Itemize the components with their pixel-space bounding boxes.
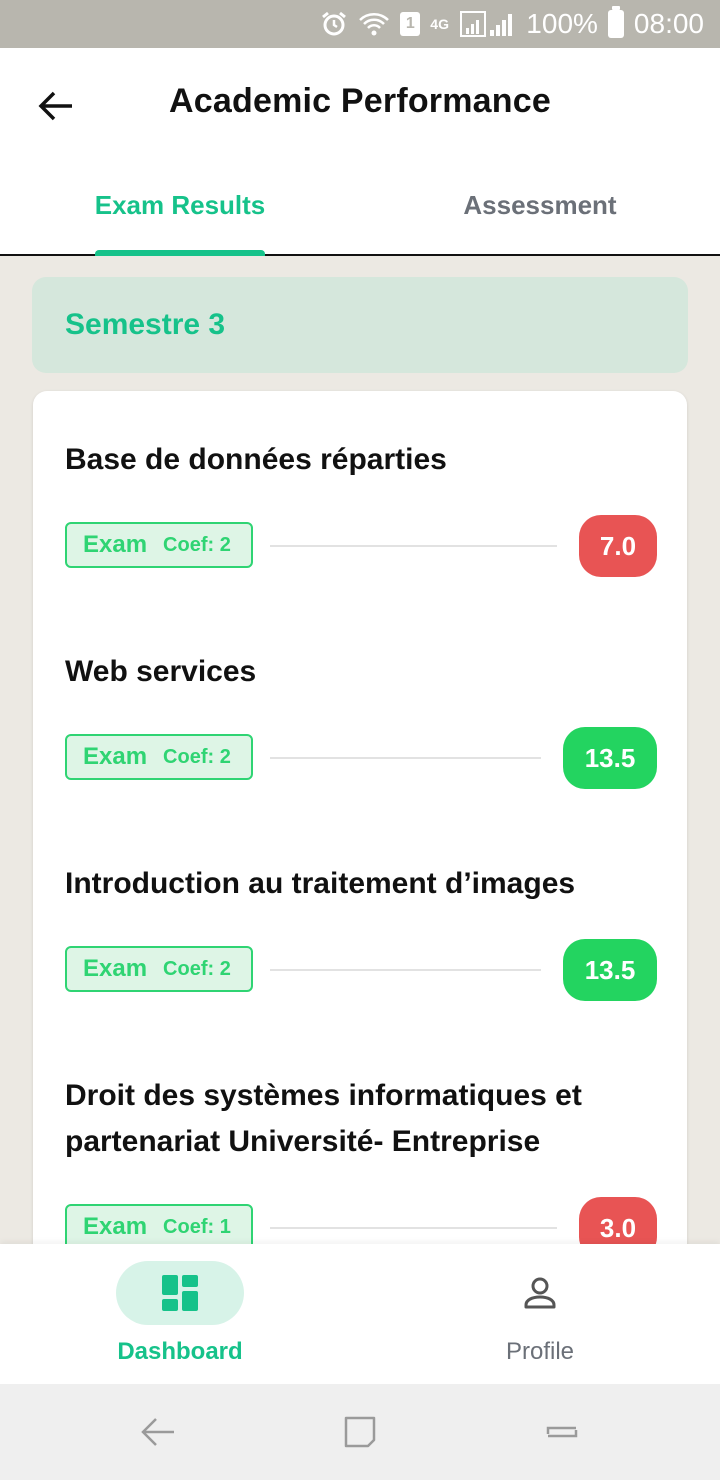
tab-label: Exam Results <box>94 189 266 220</box>
recents-nav-icon <box>546 1426 578 1438</box>
system-navigation-bar <box>0 1384 720 1480</box>
divider-line <box>270 545 557 547</box>
nav-label: Profile <box>505 1338 575 1365</box>
grade-row: Exam Coef: 2 7.0 <box>65 515 657 577</box>
bottom-navigation: Dashboard Profile <box>0 1244 720 1384</box>
course-item: Droit des systèmes informatiques et part… <box>65 1073 657 1244</box>
battery-icon <box>607 6 624 38</box>
page-title: Academic Performance <box>169 82 551 120</box>
exam-tag: Exam Coef: 1 <box>65 1204 253 1244</box>
exam-tag: Exam Coef: 2 <box>65 522 253 568</box>
network-type-label: 4G <box>430 16 449 32</box>
course-name: Introduction au traitement d’images <box>65 867 576 900</box>
tab-label: Assessment <box>463 189 617 220</box>
nav-icon-holder <box>476 1261 604 1325</box>
nav-dashboard[interactable]: Dashboard <box>0 1244 360 1384</box>
exam-coef: Coef: 2 <box>163 533 231 556</box>
course-item: Introduction au traitement d’images Exam… <box>65 861 657 1001</box>
exam-tag: Exam Coef: 2 <box>65 734 253 780</box>
signal-icon <box>460 9 516 39</box>
system-back-button[interactable] <box>138 1412 178 1452</box>
course-name: Web services <box>65 655 257 688</box>
semester-title: Semestre 3 <box>65 308 226 341</box>
alarm-icon <box>320 9 348 39</box>
status-bar: 1 4G 100% 08:00 <box>0 0 720 48</box>
grade-badge: 13.5 <box>563 727 657 789</box>
semester-header: Semestre 3 <box>32 277 688 373</box>
grade-row: Exam Coef: 1 3.0 <box>65 1197 657 1244</box>
nav-profile[interactable]: Profile <box>360 1244 720 1384</box>
home-nav-icon <box>344 1416 376 1448</box>
system-recents-button[interactable] <box>542 1412 582 1452</box>
exam-type: Exam <box>83 1213 148 1240</box>
grade-badge: 7.0 <box>579 515 657 577</box>
back-nav-icon <box>141 1418 174 1446</box>
grade-row: Exam Coef: 2 13.5 <box>65 939 657 1001</box>
person-icon <box>524 1277 556 1309</box>
tab-assessment[interactable]: Assessment <box>360 160 720 254</box>
results-card: Base de données réparties Exam Coef: 2 7… <box>33 391 687 1244</box>
exam-coef: Coef: 1 <box>163 1215 231 1238</box>
wifi-icon <box>358 9 390 39</box>
battery-percent: 100% <box>526 8 598 39</box>
grade-badge: 3.0 <box>579 1197 657 1244</box>
exam-tag: Exam Coef: 2 <box>65 946 253 992</box>
nav-label: Dashboard <box>117 1338 243 1365</box>
divider-line <box>270 1227 557 1229</box>
exam-coef: Coef: 2 <box>163 957 231 980</box>
exam-type: Exam <box>83 743 148 770</box>
course-name: Droit des systèmes informatiques et part… <box>65 1079 582 1158</box>
course-name: Base de données réparties <box>65 443 447 476</box>
tab-bar: Exam Results Assessment <box>0 160 720 256</box>
app-bar: Academic Performance <box>0 48 720 160</box>
nav-active-pill <box>116 1261 244 1325</box>
tab-exam-results[interactable]: Exam Results <box>0 160 360 256</box>
divider-line <box>270 969 541 971</box>
exam-coef: Coef: 2 <box>163 745 231 768</box>
system-home-button[interactable] <box>340 1412 380 1452</box>
sim-icon: 1 <box>400 12 421 36</box>
exam-type: Exam <box>83 955 148 982</box>
dashboard-icon <box>162 1275 198 1311</box>
grade-badge: 13.5 <box>563 939 657 1001</box>
course-item: Web services Exam Coef: 2 13.5 <box>65 649 657 789</box>
divider-line <box>270 757 541 759</box>
grade-row: Exam Coef: 2 13.5 <box>65 727 657 789</box>
course-item: Base de données réparties Exam Coef: 2 7… <box>65 437 657 577</box>
content-scroll-area[interactable]: Semestre 3 Base de données réparties Exa… <box>0 256 720 1244</box>
clock: 08:00 <box>633 8 704 39</box>
exam-type: Exam <box>83 531 148 558</box>
